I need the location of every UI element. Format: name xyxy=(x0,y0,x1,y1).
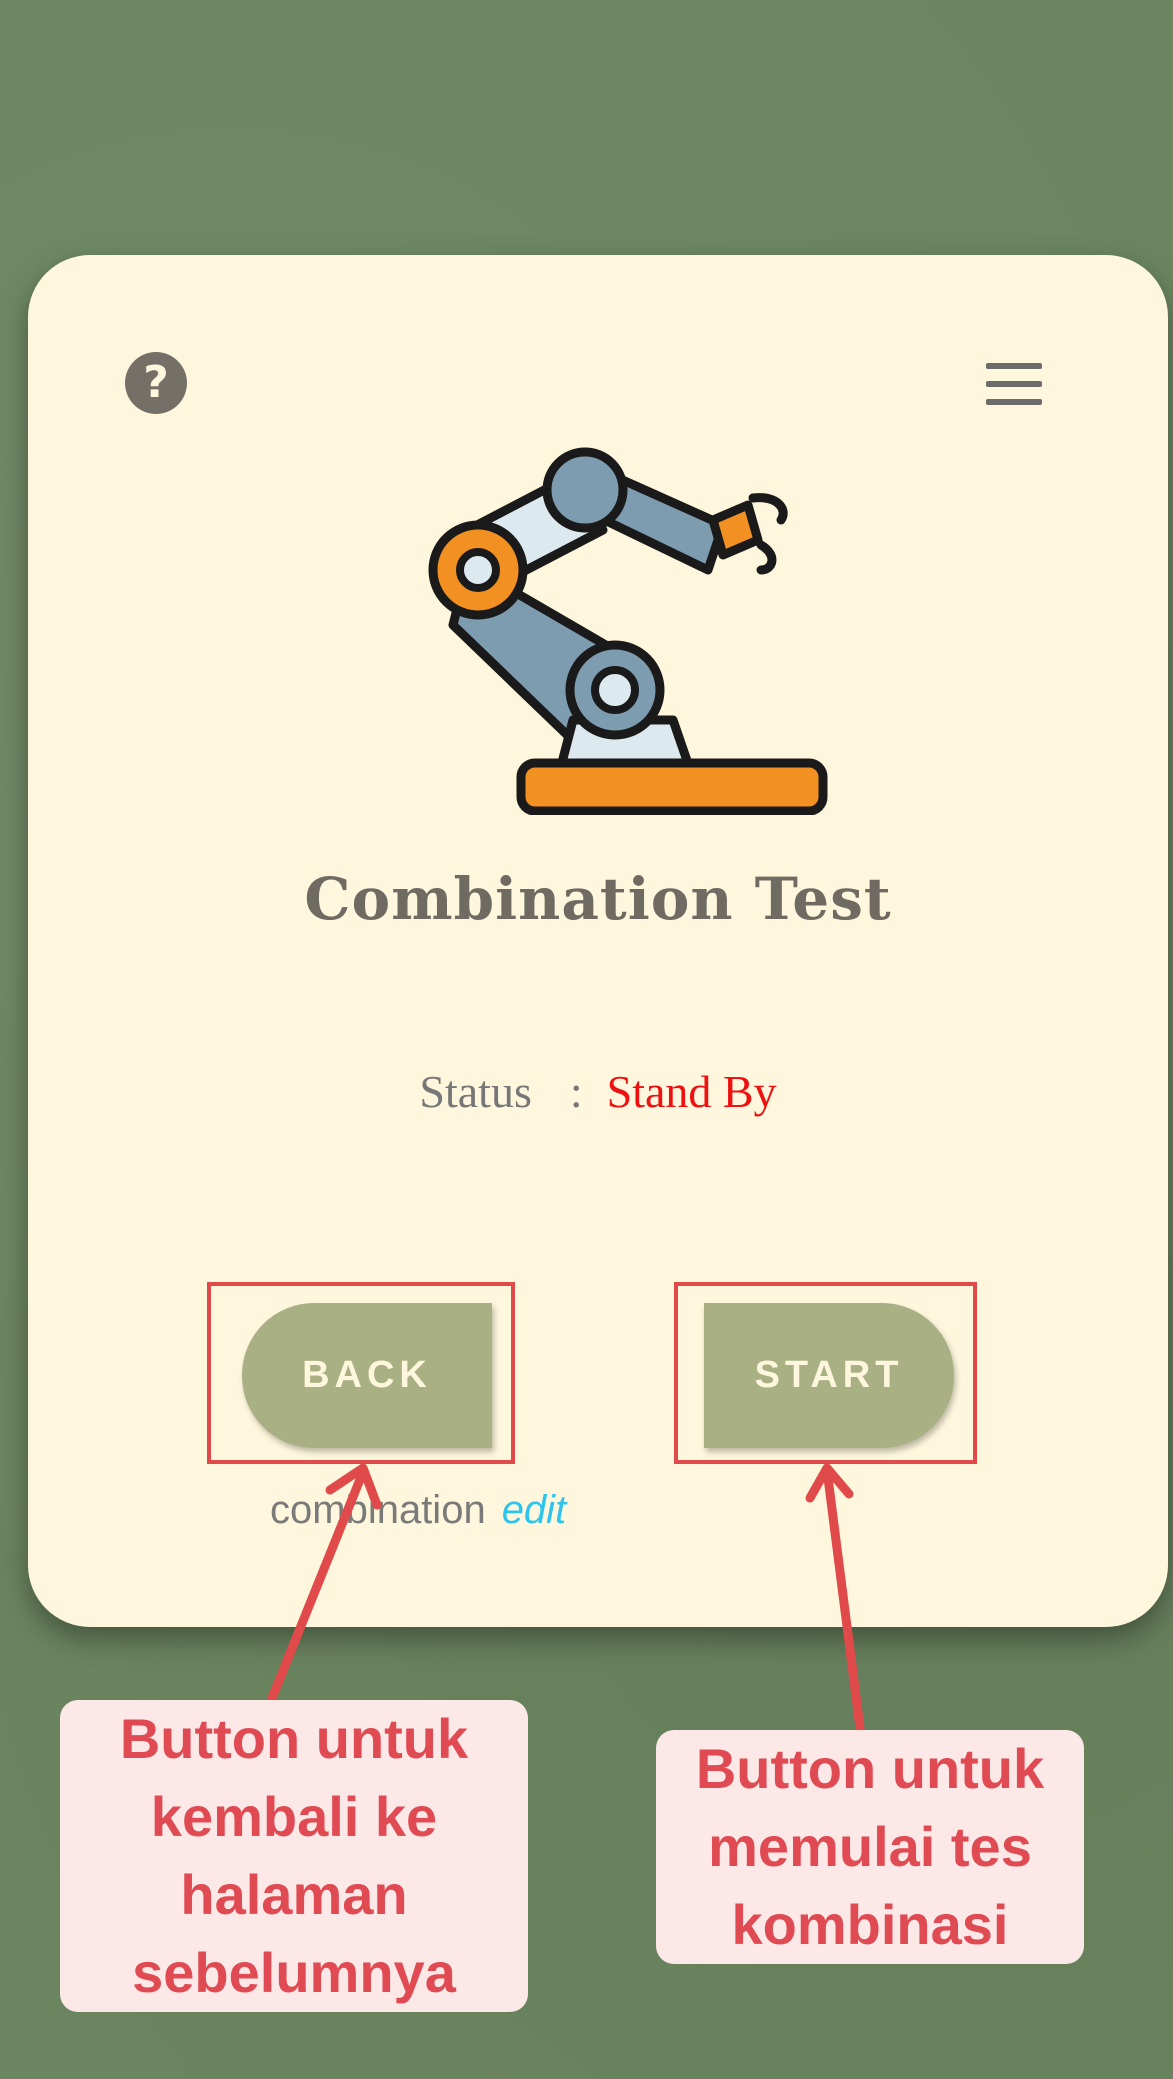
back-annotation-note: Button untuk kembali ke halaman sebelumn… xyxy=(60,1700,528,2012)
edit-link[interactable]: edit xyxy=(502,1488,567,1532)
status-value: Stand By xyxy=(606,1066,777,1117)
status-colon: : xyxy=(569,1066,583,1117)
page-title: Combination Test xyxy=(304,865,892,933)
robotic-arm-icon xyxy=(428,447,828,815)
menu-line xyxy=(986,363,1042,369)
menu-line xyxy=(986,399,1042,405)
caption-text: combination xyxy=(270,1488,486,1532)
status-row: Status: Stand By xyxy=(28,1065,1168,1118)
menu-line xyxy=(986,381,1042,387)
start-highlight-box xyxy=(674,1282,977,1464)
hamburger-menu-icon[interactable] xyxy=(986,363,1042,405)
combination-caption: combination edit xyxy=(270,1488,566,1533)
back-highlight-box xyxy=(207,1282,515,1464)
help-icon[interactable]: ? xyxy=(125,352,187,414)
start-annotation-note: Button untuk memulai tes kombinasi xyxy=(656,1730,1084,1964)
main-card: ? Combination Test Status: Stand By BACK … xyxy=(28,255,1168,1627)
status-label: Status xyxy=(419,1066,532,1117)
